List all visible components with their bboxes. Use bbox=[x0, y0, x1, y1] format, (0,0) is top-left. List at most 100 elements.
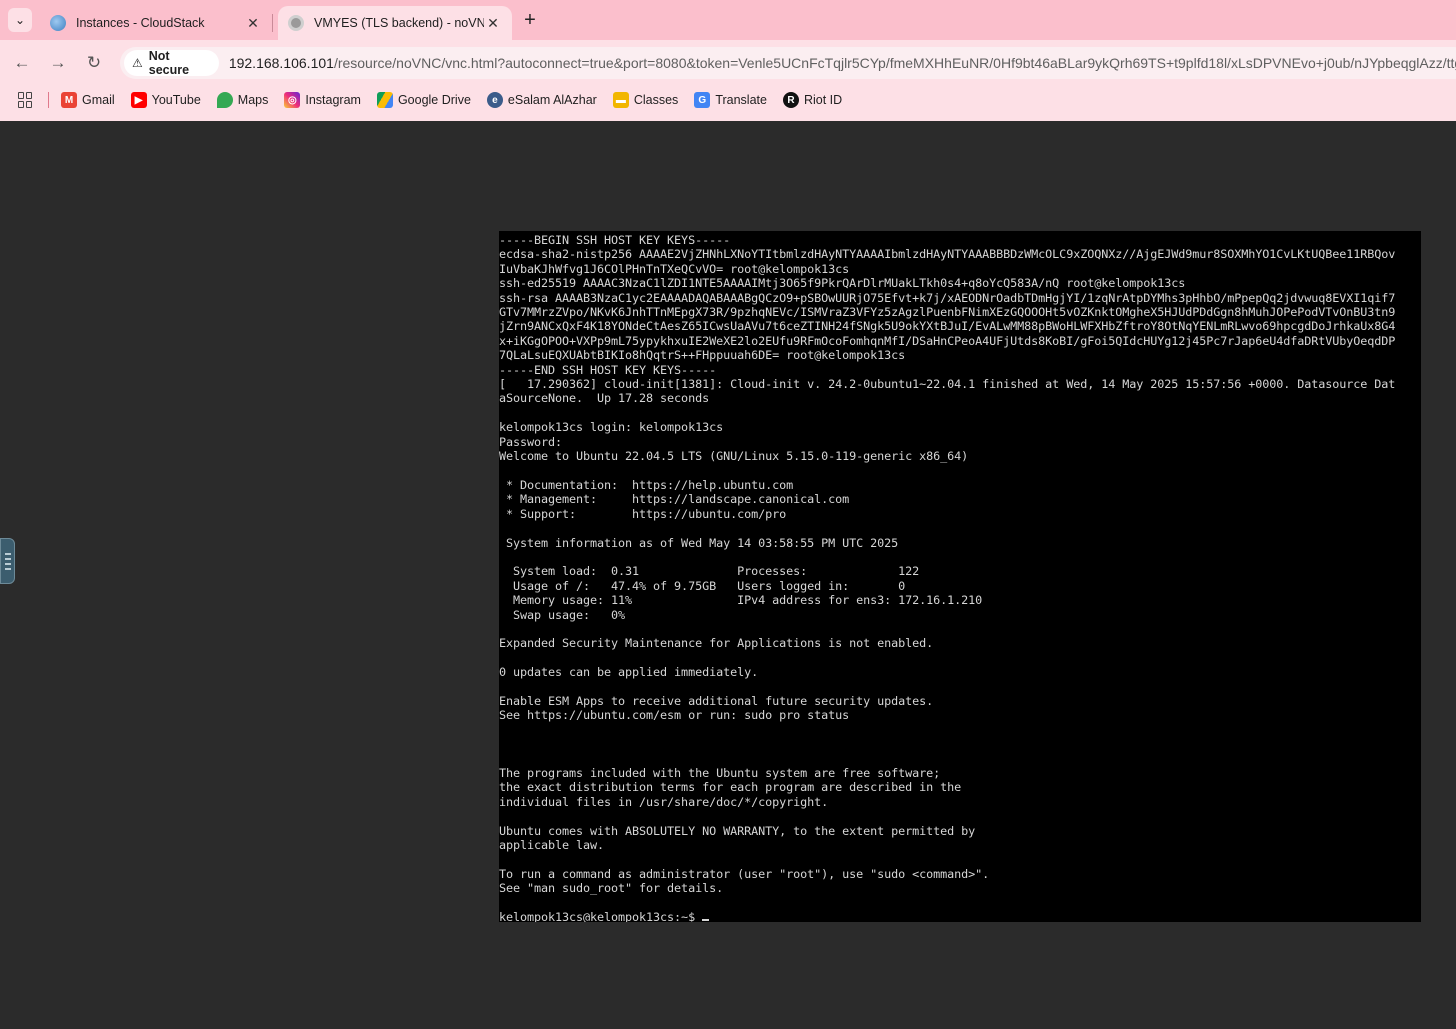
close-icon[interactable]: ✕ bbox=[244, 14, 262, 32]
chevron-down-icon: ⌄ bbox=[14, 13, 26, 27]
arrow-right-icon: → bbox=[49, 53, 67, 72]
terminal-line: ecdsa-sha2-nistp256 AAAAE2VjZHNhLXNoYTIt… bbox=[499, 247, 1396, 262]
terminal-line: ssh-rsa AAAAB3NzaC1yc2EAAAADAQABAAABgQCz… bbox=[499, 290, 1396, 305]
drive-icon bbox=[376, 92, 393, 108]
globe-icon bbox=[288, 15, 304, 31]
terminal-line: 7QLaLsuEQXUAbtBIKIo8hQqtrS++FHppuuah6DE=… bbox=[499, 348, 906, 363]
terminal-line: [ 17.290362] cloud-init[1381]: Cloud-ini… bbox=[499, 377, 1396, 392]
terminal-line: Enable ESM Apps to receive additional fu… bbox=[499, 694, 934, 708]
bookmarks-bar: M Gmail ▶ YouTube Maps ◎ Instagram Google D… bbox=[0, 86, 1456, 114]
novnc-viewport: -----BEGIN SSH HOST KEY KEYS----- ecdsa-s… bbox=[0, 121, 1456, 1029]
close-icon[interactable]: ✕ bbox=[484, 14, 502, 32]
bookmark-translate[interactable]: G Translate bbox=[694, 92, 767, 108]
bookmark-google-drive[interactable]: Google Drive bbox=[376, 92, 471, 108]
terminal-line: applicable law. bbox=[499, 838, 605, 853]
forward-button[interactable]: → bbox=[45, 50, 71, 76]
arrow-left-icon: ← bbox=[13, 53, 31, 72]
security-label: Not secure bbox=[148, 49, 190, 77]
terminal-line: Ubuntu comes with ABSOLUTELY NO WARRANTY… bbox=[499, 823, 976, 838]
tab-cloudstack[interactable]: Instances - CloudStack ✕ bbox=[40, 6, 272, 40]
novnc-control-bar-handle[interactable] bbox=[0, 538, 15, 584]
tab-divider bbox=[272, 14, 273, 32]
bookmark-label: Maps bbox=[237, 93, 269, 107]
terminal-line: individual files in /usr/share/doc/*/cop… bbox=[499, 794, 829, 809]
url-text[interactable]: 192.168.106.101/resource/noVNC/vnc.html?… bbox=[229, 55, 1456, 71]
bookmark-gmail[interactable]: M Gmail bbox=[61, 92, 115, 108]
terminal-line: To run a command as administrator (user … bbox=[499, 866, 990, 881]
tab-novnc[interactable]: VMYES (TLS backend) - noVNC ✕ bbox=[278, 6, 512, 40]
terminal-line: the exact distribution terms for each pr… bbox=[499, 780, 962, 795]
terminal-line: Password: bbox=[499, 434, 563, 449]
terminal-line: kelompok13cs login: kelompok13cs bbox=[499, 420, 724, 435]
terminal-line: Welcome to Ubuntu 22.04.5 LTS (GNU/Linux… bbox=[499, 449, 969, 464]
terminal-line: The programs included with the Ubuntu sy… bbox=[499, 766, 941, 781]
bookmark-label: Riot ID bbox=[803, 93, 843, 107]
terminal-line: * Management: https://landscape.canonica… bbox=[499, 492, 850, 507]
tab-title: VMYES (TLS backend) - noVNC bbox=[314, 16, 484, 30]
terminal-line: Usage of /: 47.4% of 9.75GB Users logged… bbox=[499, 578, 906, 593]
terminal-line: See https://ubuntu.com/esm or run: sudo … bbox=[499, 708, 850, 723]
bookmark-esalam-alazhar[interactable]: e eSalam AlAzhar bbox=[486, 92, 597, 108]
instagram-icon: ◎ bbox=[284, 92, 301, 108]
bookmark-label: Translate bbox=[715, 93, 767, 107]
terminal-line: IuVbaKJhWfvg1J6COlPHnTnTXeQCvVO= root@ke… bbox=[499, 261, 850, 276]
tab-title: Instances - CloudStack bbox=[76, 16, 205, 30]
gmail-icon: M bbox=[61, 92, 77, 108]
terminal-prompt-line[interactable]: kelompok13cs@kelompok13cs:~$ bbox=[499, 910, 1421, 922]
plus-icon: + bbox=[524, 8, 536, 31]
bookmark-instagram[interactable]: ◎ Instagram bbox=[284, 92, 361, 108]
terminal-line: See "man sudo_root" for details. bbox=[499, 881, 724, 896]
terminal-line: x+iKGgOPOO+VXPp9mL75ypykhxuIE2WeXE2lo2EU… bbox=[499, 333, 1396, 348]
terminal-line: ssh-ed25519 AAAAC3NzaC1lZDI1NTE5AAAAIMtj… bbox=[499, 276, 1186, 291]
apps-grid-icon[interactable] bbox=[18, 92, 34, 108]
bookmark-youtube[interactable]: ▶ YouTube bbox=[130, 92, 201, 108]
toolbar: ← → ↻ ⚠ Not secure 192.168.106.101/resou… bbox=[0, 40, 1456, 86]
bookmark-label: Google Drive bbox=[397, 93, 471, 107]
riot-icon: R bbox=[782, 92, 799, 108]
bookmark-label: Gmail bbox=[82, 93, 115, 107]
vnc-screen[interactable]: -----BEGIN SSH HOST KEY KEYS----- ecdsa-s… bbox=[499, 231, 1421, 922]
translate-icon: G bbox=[694, 92, 711, 108]
reload-icon: ↻ bbox=[86, 53, 102, 72]
terminal-output: -----BEGIN SSH HOST KEY KEYS----- ecdsa-s… bbox=[499, 233, 1421, 922]
terminal-line: * Documentation: https://help.ubuntu.com bbox=[499, 477, 794, 492]
terminal-line: aSourceNone. Up 17.28 seconds bbox=[499, 391, 710, 406]
terminal-line: GTv7MMrzZVpo/NKvK6JnhTTnMEpgX73R/9pzhqNE… bbox=[499, 305, 1396, 320]
back-button[interactable]: ← bbox=[9, 50, 35, 76]
bookmark-maps[interactable]: Maps bbox=[216, 92, 269, 108]
terminal-line: -----END SSH HOST KEY KEYS----- bbox=[499, 362, 717, 377]
new-tab-button[interactable]: + bbox=[518, 8, 542, 32]
terminal-line: Expanded Security Maintenance for Applic… bbox=[499, 636, 934, 651]
terminal-line: * Support: https://ubuntu.com/pro bbox=[499, 506, 787, 521]
bookmark-label: YouTube bbox=[151, 93, 201, 107]
terminal-line: 0 updates can be applied immediately. bbox=[499, 665, 759, 680]
security-indicator[interactable]: ⚠ Not secure bbox=[124, 49, 219, 77]
tab-search-button[interactable]: ⌄ bbox=[8, 8, 32, 32]
terminal-line: System load: 0.31 Processes: 122 bbox=[499, 564, 920, 579]
bookmark-riot-id[interactable]: R Riot ID bbox=[782, 92, 843, 108]
terminal-line: Memory usage: 11% IPv4 address for ens3:… bbox=[499, 593, 983, 608]
bookmarks-divider bbox=[48, 92, 49, 108]
terminal-line: System information as of Wed May 14 03:5… bbox=[499, 535, 899, 550]
address-bar[interactable]: ⚠ Not secure 192.168.106.101/resource/no… bbox=[120, 47, 1456, 79]
reload-button[interactable]: ↻ bbox=[81, 50, 107, 76]
bookmark-classes[interactable]: ▬ Classes bbox=[612, 92, 678, 108]
terminal-line: -----BEGIN SSH HOST KEY KEYS----- bbox=[499, 233, 731, 247]
cloudstack-icon bbox=[50, 15, 66, 31]
terminal-line: jZrn9ANCxQxF4K18YONdeCtAesZ65ICwsUaAVu7t… bbox=[499, 319, 1396, 334]
maps-icon bbox=[216, 92, 233, 108]
bookmark-label: eSalam AlAzhar bbox=[507, 93, 597, 107]
bookmark-label: Instagram bbox=[305, 93, 361, 107]
